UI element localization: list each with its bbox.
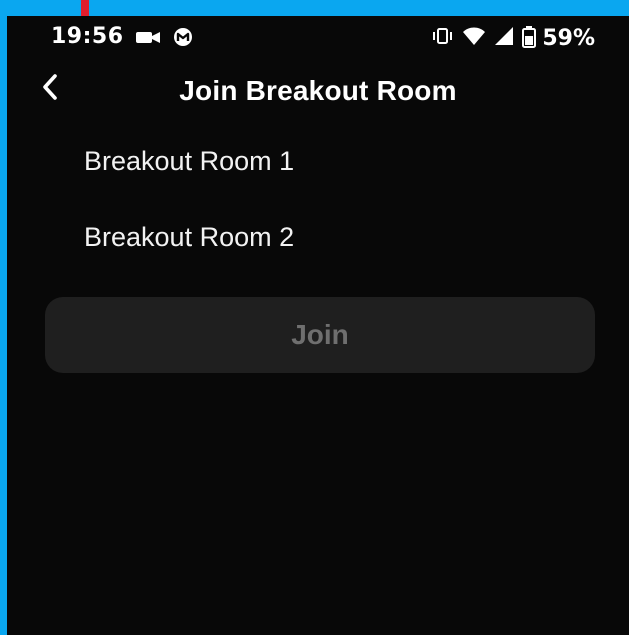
page-header: Join Breakout Room (7, 62, 629, 120)
phone-screen: 19:56 59% Join Breakout Room Breakout Ro… (7, 16, 629, 635)
status-right-icons: 59% (431, 24, 595, 52)
battery-percentage: 59% (542, 25, 595, 51)
wifi-icon (462, 26, 486, 51)
vibrate-icon (431, 24, 454, 52)
malwarebytes-icon (172, 26, 194, 52)
join-button-label: Join (291, 319, 349, 350)
breakout-room-option[interactable]: Breakout Room 2 (84, 220, 294, 254)
page-title: Join Breakout Room (179, 75, 457, 106)
signal-icon (494, 25, 514, 51)
status-time: 19:56 (51, 24, 124, 49)
battery-icon (522, 25, 537, 52)
video-camera-icon (135, 28, 161, 50)
status-left-icons (135, 26, 194, 52)
join-button[interactable]: Join (45, 297, 595, 373)
breakout-room-option[interactable]: Breakout Room 1 (84, 144, 294, 178)
status-bar: 19:56 59% (7, 16, 629, 56)
